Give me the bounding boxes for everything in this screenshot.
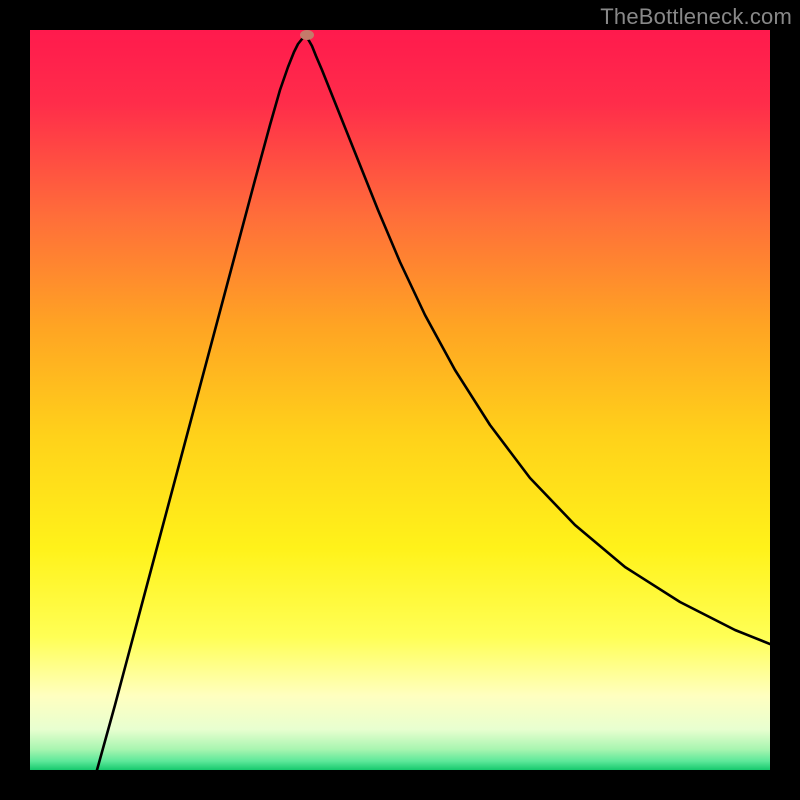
chart-frame: TheBottleneck.com [0,0,800,800]
gradient-background [30,30,770,770]
minimum-marker [300,30,314,40]
watermark-text: TheBottleneck.com [600,4,792,30]
plot-area [30,30,770,770]
chart-svg [30,30,770,770]
